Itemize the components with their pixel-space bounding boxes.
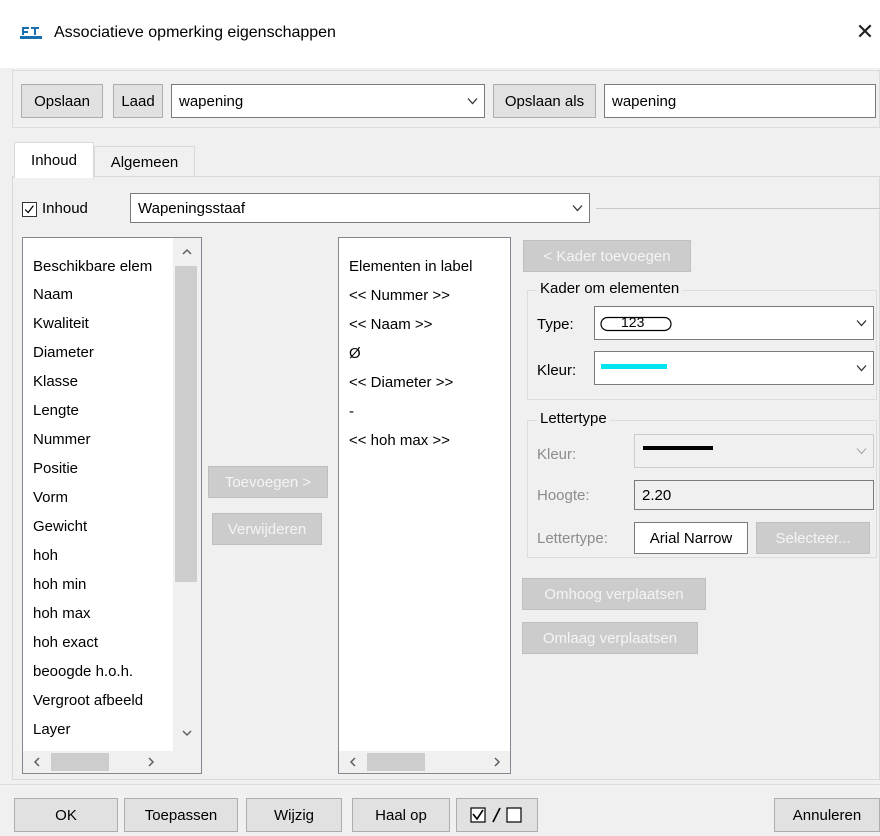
list-item[interactable]: Nummer — [33, 431, 91, 448]
list-item[interactable]: << Diameter >> — [349, 374, 453, 391]
frame-group-title: Kader om elementen — [537, 280, 683, 297]
preset-select[interactable]: wapening — [171, 84, 485, 118]
title-bar: Associatieve opmerking eigenschappen ✕ — [0, 0, 880, 68]
horizontal-scrollbar[interactable] — [23, 751, 201, 773]
list-item[interactable]: Diameter — [33, 344, 94, 361]
list-item[interactable]: beoogde h.o.h. — [33, 663, 133, 680]
font-height-label: Hoogte: — [537, 487, 590, 504]
list-item[interactable]: Kwaliteit — [33, 315, 89, 332]
list-item[interactable]: Vergroot afbeeld — [33, 692, 143, 709]
chevron-down-icon — [856, 365, 867, 372]
scroll-right-icon[interactable] — [148, 757, 155, 767]
preset-select-value: wapening — [179, 92, 244, 110]
inhoud-checkbox-label[interactable]: Inhoud — [42, 200, 88, 217]
frame-color-select[interactable] — [594, 351, 874, 385]
move-down-button[interactable]: Omlaag verplaatsen — [522, 622, 698, 654]
scroll-right-icon[interactable] — [494, 757, 501, 767]
list-item[interactable]: hoh max — [33, 605, 91, 622]
move-up-button[interactable]: Omhoog verplaatsen — [522, 578, 706, 610]
apply-button[interactable]: Toepassen — [124, 798, 238, 832]
tab-inhoud[interactable]: Inhoud — [14, 142, 94, 178]
window-title: Associatieve opmerking eigenschappen — [54, 24, 336, 41]
list-header: Elementen in label — [349, 258, 473, 275]
frame-type-select[interactable]: 123 — [594, 306, 874, 340]
list-item[interactable]: << hoh max >> — [349, 432, 450, 449]
list-item[interactable]: - — [349, 403, 354, 420]
list-item[interactable]: Layer — [33, 721, 71, 738]
list-item[interactable]: << Nummer >> — [349, 287, 450, 304]
list-item[interactable]: Naam — [33, 286, 73, 303]
chevron-down-icon — [856, 448, 867, 455]
font-color-select[interactable] — [634, 434, 874, 468]
checkmark-icon — [24, 205, 34, 214]
font-name-button[interactable]: Arial Narrow — [634, 522, 748, 554]
font-color-swatch — [643, 446, 713, 450]
load-button[interactable]: Laad — [113, 84, 163, 118]
frame-type-value: 123 — [621, 314, 645, 330]
inhoud-checkbox[interactable] — [22, 202, 37, 217]
frame-color-swatch — [601, 364, 667, 369]
available-elements-list[interactable]: Beschikbare elem Naam Kwaliteit Diameter… — [22, 237, 202, 774]
check-uncheck-icon — [470, 807, 522, 823]
scroll-left-icon[interactable] — [33, 757, 40, 767]
list-item[interactable]: Klasse — [33, 373, 78, 390]
save-button[interactable]: Opslaan — [21, 84, 103, 118]
save-as-button[interactable]: Opslaan als — [493, 84, 596, 118]
ok-button[interactable]: OK — [14, 798, 118, 832]
chevron-down-icon — [856, 320, 867, 327]
font-height-input[interactable]: 2.20 — [634, 480, 874, 510]
modify-button[interactable]: Wijzig — [246, 798, 342, 832]
vertical-scrollbar[interactable] — [173, 238, 201, 753]
scroll-thumb[interactable] — [367, 753, 425, 771]
cancel-button[interactable]: Annuleren — [774, 798, 880, 832]
font-group-title: Lettertype — [537, 410, 610, 427]
frame-type-label: Type: — [537, 316, 574, 333]
font-height-value: 2.20 — [642, 486, 672, 504]
scroll-up-icon[interactable] — [182, 248, 192, 255]
app-icon — [20, 27, 42, 39]
select-font-button[interactable]: Selecteer... — [756, 522, 870, 554]
list-item[interactable]: hoh — [33, 547, 58, 564]
save-as-name-input[interactable]: wapening — [604, 84, 876, 118]
remove-element-button[interactable]: Verwijderen — [212, 513, 322, 545]
list-item[interactable]: Positie — [33, 460, 78, 477]
scroll-thumb[interactable] — [175, 266, 197, 582]
chevron-down-icon — [467, 98, 478, 105]
font-color-label: Kleur: — [537, 446, 577, 463]
label-elements-list[interactable]: Elementen in label << Nummer >> << Naam … — [338, 237, 511, 774]
add-element-button[interactable]: Toevoegen > — [208, 466, 328, 498]
save-as-name-value: wapening — [612, 92, 677, 110]
close-icon[interactable]: ✕ — [854, 20, 876, 44]
chevron-down-icon — [572, 205, 583, 212]
horizontal-scrollbar[interactable] — [339, 751, 510, 773]
frame-color-label: Kleur: — [537, 362, 577, 379]
list-item[interactable]: hoh exact — [33, 634, 98, 651]
separator-line — [596, 208, 880, 209]
font-name-label: Lettertype: — [537, 530, 608, 547]
content-type-value: Wapeningsstaaf — [138, 199, 246, 217]
scroll-left-icon[interactable] — [349, 757, 356, 767]
content-type-select[interactable]: Wapeningsstaaf — [130, 193, 590, 223]
list-item[interactable]: Lengte — [33, 402, 79, 419]
list-item[interactable]: Gewicht — [33, 518, 87, 535]
add-frame-button[interactable]: < Kader toevoegen — [523, 240, 691, 272]
list-item[interactable]: Ø — [349, 345, 361, 362]
fetch-button[interactable]: Haal op — [352, 798, 450, 832]
list-header: Beschikbare elem — [33, 258, 153, 275]
list-item[interactable]: << Naam >> — [349, 316, 432, 333]
check-uncheck-all-button[interactable] — [456, 798, 538, 832]
scroll-down-icon[interactable] — [182, 730, 192, 737]
list-item[interactable]: hoh min — [33, 576, 86, 593]
list-item[interactable]: Vorm — [33, 489, 68, 506]
scroll-thumb[interactable] — [51, 753, 109, 771]
tab-algemeen[interactable]: Algemeen — [94, 146, 195, 177]
